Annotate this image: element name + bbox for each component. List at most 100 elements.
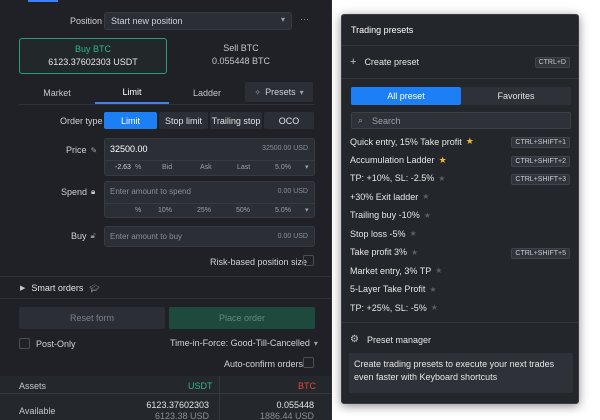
preset-search-input[interactable]: ⌕ Search: [351, 112, 571, 129]
tab-market[interactable]: Market: [19, 82, 95, 104]
preset-item-label: Quick entry, 15% Take profit: [350, 136, 462, 147]
order-type-oco[interactable]: OCO: [264, 112, 314, 129]
order-type-stop-limit[interactable]: Stop limit: [159, 112, 208, 129]
presets-info-text: Create trading presets to execute your n…: [354, 359, 555, 382]
search-placeholder: Search: [372, 116, 401, 126]
star-outline-icon[interactable]: ★: [422, 192, 429, 201]
preset-item-label: Accumulation Ladder: [350, 155, 435, 165]
position-select[interactable]: Start new position ▾: [104, 12, 292, 30]
price-label-group: Price ✎: [66, 145, 97, 155]
spend-label: Spend: [61, 187, 88, 197]
top-accent-bar: [28, 0, 58, 2]
star-outline-icon[interactable]: ★: [410, 229, 417, 238]
price-value: 32500.00: [110, 144, 148, 154]
preset-item[interactable]: Trailing buy -10% ★: [350, 210, 570, 220]
price-bid-button[interactable]: Bid: [162, 164, 172, 171]
create-preset-label: Create preset: [364, 57, 419, 67]
chevron-down-icon: ▾: [299, 87, 304, 97]
position-label: Position: [70, 16, 103, 26]
presets-title-divider: [342, 45, 578, 46]
time-in-force-select[interactable]: Time-in-Force: Good-Till-Cancelled ▾: [170, 338, 318, 348]
chevron-down-icon[interactable]: ▾: [305, 163, 309, 171]
price-ask-button[interactable]: Ask: [200, 164, 212, 171]
spend-input[interactable]: Enter amount to spend 0.00 USD % 10% 25%…: [104, 181, 315, 218]
preset-manager-button[interactable]: ⚙ Preset manager: [350, 334, 570, 345]
order-type-trailing-stop[interactable]: Trailing stop: [210, 112, 262, 129]
spend-50-button[interactable]: 50%: [236, 207, 250, 214]
star-filled-icon[interactable]: ★: [439, 155, 447, 166]
preset-item[interactable]: +30% Exit ladder ★: [350, 192, 570, 202]
star-filled-icon[interactable]: ★: [466, 136, 474, 147]
star-outline-icon[interactable]: ★: [429, 285, 436, 294]
chevron-down-icon[interactable]: ▾: [305, 206, 309, 214]
spend-25-button[interactable]: 25%: [197, 207, 211, 214]
tab-favorites[interactable]: Favorites: [461, 87, 571, 105]
assets-col-btc: BTC: [298, 381, 316, 391]
order-type-limit[interactable]: Limit: [104, 112, 157, 129]
position-more-button[interactable]: ···: [300, 14, 309, 24]
buy-btc-amount: 6123.37602303 USDT: [20, 57, 166, 67]
spend-step[interactable]: 5.0%: [275, 207, 291, 214]
buy-unit: USDT: [113, 57, 138, 67]
smart-orders-toggle[interactable]: ▶ Smart orders 🎓︎: [20, 283, 100, 293]
star-outline-icon[interactable]: ★: [431, 303, 438, 312]
preset-item-label: Stop loss -5%: [350, 228, 406, 239]
buy-hint: 0.00 USD: [277, 233, 308, 240]
preset-item[interactable]: Market entry, 3% TP ★: [350, 266, 570, 276]
tab-all-preset[interactable]: All preset: [351, 87, 461, 105]
preset-item-label: Market entry, 3% TP: [350, 265, 432, 276]
preset-item[interactable]: Stop loss -5% ★: [350, 229, 570, 239]
assets-divider: [0, 393, 331, 394]
post-only-checkbox[interactable]: [19, 338, 30, 349]
price-percent-unit: %: [135, 164, 142, 171]
preset-item-label: 5-Layer Take Profit: [350, 284, 426, 294]
tab-limit[interactable]: Limit: [95, 82, 169, 104]
price-percent[interactable]: -2.63: [115, 164, 131, 171]
preset-item-label: +30% Exit ladder: [350, 191, 419, 202]
smart-divider-bottom: [0, 298, 331, 299]
assets-table: Assets USDT BTC Available 6123.37602303 …: [0, 376, 331, 420]
graduation-cap-icon: 🎓︎: [89, 283, 100, 293]
preset-item[interactable]: 5-Layer Take Profit ★: [350, 284, 570, 294]
price-input[interactable]: 32500.00 32500.00 USD -2.63 % Bid Ask La…: [104, 138, 315, 176]
gear-icon: ⚙: [350, 334, 359, 345]
position-select-value: Start new position: [111, 16, 183, 26]
sell-btc-label: Sell BTC: [223, 43, 259, 53]
price-last-button[interactable]: Last: [237, 164, 250, 171]
presets-dropdown[interactable]: ✧ Presets ▾: [245, 82, 313, 102]
order-type-label: Order type: [60, 116, 103, 126]
preset-item-shortcut: CTRL+SHIFT+3: [511, 174, 570, 185]
preset-manager-label: Preset manager: [366, 334, 432, 345]
price-label: Price: [66, 145, 87, 155]
presets-info-box: Create trading presets to execute your n…: [349, 353, 573, 393]
trading-presets-popover: Trading presets + Create preset CTRL+D A…: [341, 14, 579, 404]
place-order-button[interactable]: Place order: [169, 307, 315, 329]
buy-btc-toggle[interactable]: Buy BTC 6123.37602303 USDT: [19, 38, 167, 74]
sell-btc-toggle[interactable]: Sell BTC 0.055448 BTC: [167, 38, 315, 74]
star-outline-icon[interactable]: ★: [411, 248, 418, 257]
star-outline-icon[interactable]: ★: [424, 211, 431, 220]
assets-header: Assets: [19, 381, 47, 391]
smart-orders-label: Smart orders: [31, 283, 84, 293]
assets-col-usdt: USDT: [188, 381, 213, 391]
risk-checkbox[interactable]: [303, 255, 314, 266]
btc-available: 0.055448: [276, 400, 314, 410]
buy-amount-input[interactable]: Enter amount to buy 0.00 USD: [104, 226, 315, 247]
create-preset-shortcut: CTRL+D: [534, 57, 570, 68]
risk-label: Risk-based position size: [210, 257, 308, 267]
price-hint: 32500.00 USD: [262, 145, 308, 152]
reset-form-button[interactable]: Reset form: [19, 307, 165, 329]
preset-item-label: TP: +10%, SL: -2.5%: [350, 173, 435, 183]
chevron-down-icon: ▾: [313, 338, 318, 348]
preset-item[interactable]: TP: +25%, SL: -5% ★: [350, 303, 570, 313]
unlock-icon: 🔓︎: [90, 231, 96, 240]
spend-hint: 0.00 USD: [277, 188, 308, 195]
auto-confirm-checkbox[interactable]: [303, 357, 314, 368]
preset-item-shortcut: CTRL+SHIFT+1: [511, 137, 570, 148]
spend-10-button[interactable]: 10%: [158, 207, 172, 214]
price-step[interactable]: 5.0%: [275, 164, 291, 171]
star-outline-icon[interactable]: ★: [435, 266, 442, 275]
tab-ladder[interactable]: Ladder: [169, 82, 245, 104]
buy-field-label: Buy: [71, 231, 87, 241]
star-outline-icon[interactable]: ★: [438, 174, 445, 183]
